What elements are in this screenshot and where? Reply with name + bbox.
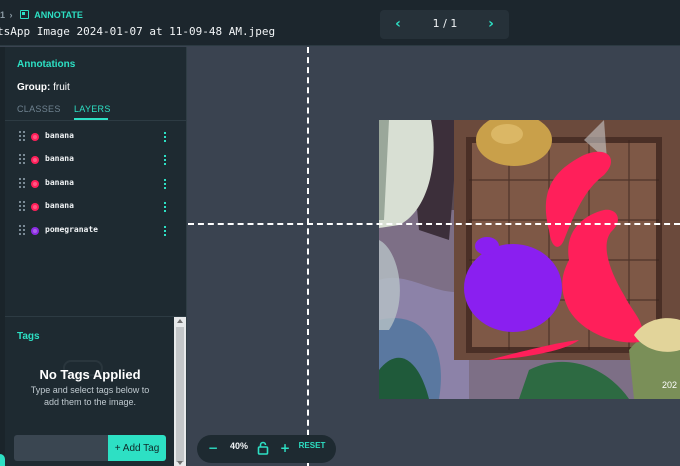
layer-name: banana (45, 178, 74, 187)
annotation-canvas[interactable]: 202 − 40% + RESET (188, 47, 680, 466)
more-options-icon[interactable] (162, 178, 168, 190)
annotated-image[interactable]: 202 (379, 120, 680, 399)
annotate-icon (20, 10, 30, 19)
layer-name: banana (45, 154, 74, 163)
annotations-title: Annotations (17, 59, 76, 70)
tags-scrollbar[interactable] (174, 317, 186, 466)
image-pager: ‹ 1 / 1 › (380, 10, 509, 39)
image-corner-text: 202 (662, 380, 677, 390)
help-tab[interactable] (0, 454, 5, 466)
zoom-level: 40% (229, 441, 248, 451)
drag-handle-icon[interactable] (19, 201, 25, 211)
class-color-dot (31, 227, 39, 235)
layer-name: pomegranate (45, 225, 98, 234)
zoom-in-button[interactable]: + (279, 441, 291, 457)
class-color-dot (31, 156, 39, 164)
empty-tags-title: No Tags Applied (39, 367, 141, 382)
more-options-icon[interactable] (162, 201, 168, 213)
tag-input[interactable] (14, 435, 108, 461)
crosshair-vertical (307, 47, 309, 466)
layer-item[interactable]: banana (5, 128, 186, 146)
more-options-icon[interactable] (162, 154, 168, 166)
image-filename: tsApp Image 2024-01-07 at 11-09-48 AM.jp… (0, 25, 276, 38)
breadcrumb: 1 › ANNOTATE (0, 10, 83, 20)
class-color-dot (31, 133, 39, 141)
layer-item[interactable]: banana (5, 175, 186, 193)
lock-icon[interactable] (257, 441, 269, 457)
tags-title: Tags (17, 331, 40, 342)
scroll-up-icon[interactable] (177, 319, 183, 323)
group-value: fruit (53, 82, 70, 93)
empty-tags-description: Type and select tags below to add them t… (30, 385, 150, 407)
scroll-down-icon[interactable] (177, 461, 183, 465)
chevron-left-icon[interactable]: ‹ (390, 15, 406, 33)
more-options-icon[interactable] (162, 225, 168, 237)
add-tag-button[interactable]: + Add Tag (108, 435, 166, 461)
layer-item[interactable]: pomegranate (5, 222, 186, 240)
zoom-out-button[interactable]: − (207, 441, 219, 457)
reset-zoom-button[interactable]: RESET (297, 441, 327, 457)
group-label: Group: (17, 82, 51, 93)
layer-name: banana (45, 131, 74, 140)
tags-panel: Tags No Tags Applied Type and select tag… (5, 316, 186, 466)
tab-classes[interactable]: CLASSES (17, 104, 61, 114)
drag-handle-icon[interactable] (19, 225, 25, 235)
annotations-sidebar: Annotations Group: fruit CLASSES LAYERS … (5, 47, 187, 466)
page-count: 1 / 1 (432, 17, 458, 30)
tab-layers[interactable]: LAYERS (74, 104, 111, 114)
class-color-dot (31, 203, 39, 211)
layer-item[interactable]: banana (5, 198, 186, 216)
layer-item[interactable]: banana (5, 151, 186, 169)
top-bar: 1 › ANNOTATE tsApp Image 2024-01-07 at 1… (0, 0, 680, 46)
drag-handle-icon[interactable] (19, 154, 25, 164)
breadcrumb-annotate: ANNOTATE (34, 10, 83, 20)
tabs-divider (5, 120, 186, 121)
drag-handle-icon[interactable] (19, 131, 25, 141)
class-color-dot (31, 180, 39, 188)
chevron-right-icon[interactable]: › (483, 15, 499, 33)
zoom-toolbar: − 40% + RESET (197, 435, 336, 463)
breadcrumb-separator: › (9, 10, 13, 20)
more-options-icon[interactable] (162, 131, 168, 143)
scroll-thumb[interactable] (176, 327, 184, 462)
group-info: Group: fruit (17, 82, 70, 93)
breadcrumb-project[interactable]: 1 (0, 10, 5, 20)
layer-name: banana (45, 201, 74, 210)
crosshair-horizontal (188, 223, 680, 225)
drag-handle-icon[interactable] (19, 178, 25, 188)
